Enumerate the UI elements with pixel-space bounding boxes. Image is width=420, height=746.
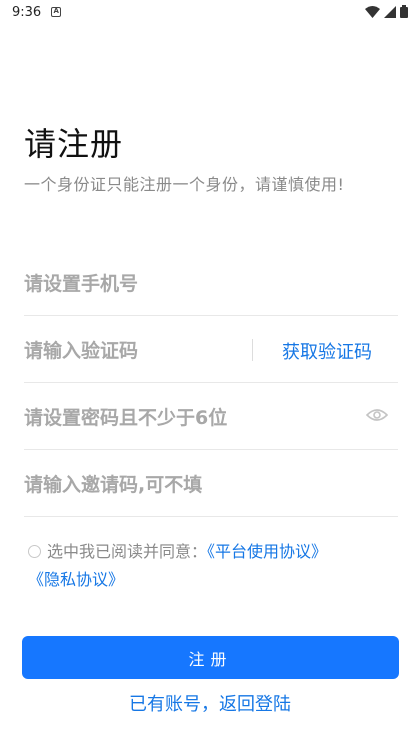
register-button[interactable]: 注册 — [22, 636, 399, 679]
status-icons — [365, 5, 408, 18]
password-field[interactable]: 请设置密码且不少于6位 — [24, 384, 398, 450]
phone-placeholder: 请设置手机号 — [24, 273, 139, 295]
agreement-row: 选中我已阅读并同意：《平台使用协议》 — [28, 538, 398, 566]
phone-field[interactable]: 请设置手机号 — [24, 250, 398, 316]
wifi-icon — [365, 5, 380, 18]
agreement-prefix: 选中我已阅读并同意： — [47, 542, 208, 561]
invite-code-field[interactable]: 请输入邀请码,可不填 — [24, 451, 398, 517]
eye-icon[interactable] — [365, 407, 389, 426]
privacy-agreement-link[interactable]: 《隐私协议》 — [28, 566, 124, 590]
verification-code-field[interactable]: 请输入验证码 获取验证码 — [24, 317, 398, 383]
notification-icon: A — [51, 7, 62, 17]
password-placeholder: 请设置密码且不少于6位 — [24, 407, 228, 429]
agree-radio[interactable] — [28, 545, 41, 558]
get-code-button[interactable]: 获取验证码 — [282, 338, 372, 364]
signal-icon — [384, 5, 396, 18]
invite-placeholder: 请输入邀请码,可不填 — [24, 474, 203, 496]
page-subtitle: 一个身份证只能注册一个身份，请谨慎使用! — [24, 175, 345, 194]
code-divider — [252, 339, 253, 361]
page-title: 请注册 — [24, 125, 124, 163]
battery-icon — [400, 5, 408, 18]
platform-agreement-link[interactable]: 《平台使用协议》 — [207, 542, 327, 561]
status-time: 9:36 — [12, 4, 42, 20]
status-bar: 9:36 A — [0, 0, 420, 24]
code-placeholder: 请输入验证码 — [24, 340, 139, 362]
back-to-login-link[interactable]: 已有账号，返回登陆 — [0, 690, 420, 716]
